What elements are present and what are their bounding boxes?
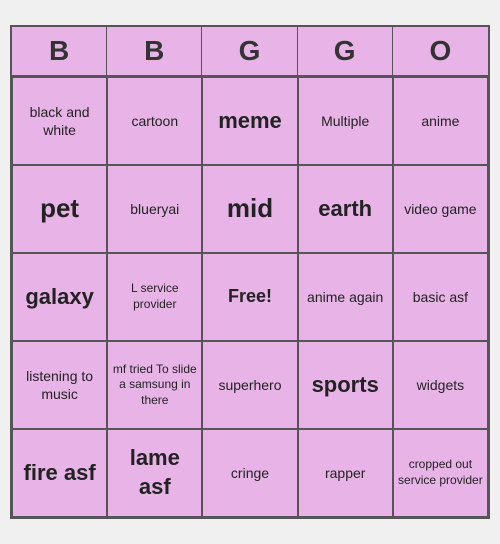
bingo-cell-14: basic asf bbox=[393, 253, 488, 341]
header-letter-g-3: G bbox=[298, 27, 393, 75]
header-letter-b-0: B bbox=[12, 27, 107, 75]
bingo-cell-9: video game bbox=[393, 165, 488, 253]
bingo-cell-16: mf tried To slide a samsung in there bbox=[107, 341, 202, 429]
bingo-cell-3: Multiple bbox=[298, 77, 393, 165]
bingo-cell-1: cartoon bbox=[107, 77, 202, 165]
bingo-cell-19: widgets bbox=[393, 341, 488, 429]
bingo-cell-17: superhero bbox=[202, 341, 297, 429]
bingo-cell-23: rapper bbox=[298, 429, 393, 517]
bingo-cell-15: listening to music bbox=[12, 341, 107, 429]
bingo-cell-4: anime bbox=[393, 77, 488, 165]
bingo-cell-11: L service provider bbox=[107, 253, 202, 341]
bingo-cell-5: pet bbox=[12, 165, 107, 253]
bingo-cell-7: mid bbox=[202, 165, 297, 253]
bingo-cell-0: black and white bbox=[12, 77, 107, 165]
bingo-cell-10: galaxy bbox=[12, 253, 107, 341]
bingo-cell-21: lame asf bbox=[107, 429, 202, 517]
header-row: BBGGO bbox=[12, 27, 488, 77]
bingo-cell-18: sports bbox=[298, 341, 393, 429]
bingo-cell-24: cropped out service provider bbox=[393, 429, 488, 517]
bingo-grid: black and whitecartoonmemeMultipleanime p… bbox=[12, 77, 488, 517]
bingo-cell-6: blueryai bbox=[107, 165, 202, 253]
bingo-cell-12: Free! bbox=[202, 253, 297, 341]
bingo-cell-8: earth bbox=[298, 165, 393, 253]
bingo-card: BBGGO black and whitecartoonmemeMultiple… bbox=[10, 25, 490, 519]
bingo-cell-13: anime again bbox=[298, 253, 393, 341]
header-letter-b-1: B bbox=[107, 27, 202, 75]
bingo-cell-2: meme bbox=[202, 77, 297, 165]
header-letter-g-2: G bbox=[202, 27, 297, 75]
bingo-cell-20: fire asf bbox=[12, 429, 107, 517]
header-letter-o-4: O bbox=[393, 27, 488, 75]
bingo-cell-22: cringe bbox=[202, 429, 297, 517]
